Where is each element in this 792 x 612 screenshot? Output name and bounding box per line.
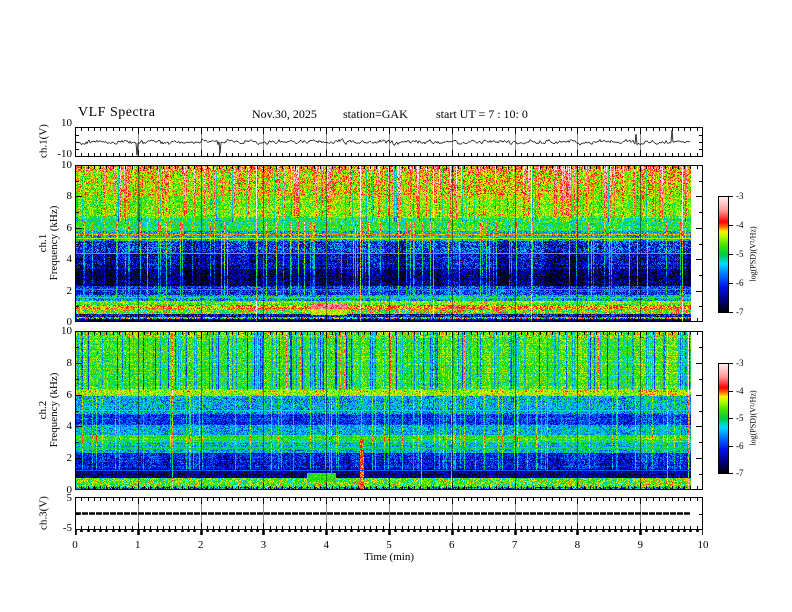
ch1-wave-axis-title: ch.1(V) xyxy=(37,124,50,158)
page-title: VLF Spectra xyxy=(78,105,156,120)
time-tick-label: 9 xyxy=(637,539,643,551)
ch3-waveform-plot xyxy=(75,497,703,537)
colorbar2-tick-label: -3 xyxy=(736,358,744,368)
time-tick-label: 6 xyxy=(449,539,455,551)
time-axis-title: Time (min) xyxy=(363,551,414,563)
ch1-colorbar xyxy=(717,190,735,318)
colorbar1-tick-label: -5 xyxy=(736,249,744,259)
time-tick-label: 5 xyxy=(386,539,392,551)
time-tick-label: 4 xyxy=(323,539,329,551)
ch2-spectrogram xyxy=(75,331,703,490)
spec2-ytick-label: 2 xyxy=(66,452,73,464)
time-tick-label: 8 xyxy=(574,539,581,551)
date-label: Nov.30, 2025 xyxy=(252,107,317,121)
spec1-ytick-label: 4 xyxy=(66,253,73,265)
time-tick-label: 1 xyxy=(135,539,141,551)
time-tick-label: 3 xyxy=(260,539,267,551)
spec1-ytick-label: 8 xyxy=(66,190,73,202)
colorbar2-tick-label: -6 xyxy=(736,441,744,451)
colorbar1-tick-label: -6 xyxy=(736,278,744,288)
start-ut-label: start UT = 7 : 10: 0 xyxy=(436,107,528,121)
spec1-ytick-label: 10 xyxy=(61,159,72,171)
ch3-wave-axis-title: ch.3(V) xyxy=(37,496,50,530)
colorbar2-tick-label: -4 xyxy=(736,386,744,396)
colorbar1-tick-label: -7 xyxy=(736,307,744,317)
spec2-ytick-label: 8 xyxy=(66,357,73,369)
spec2-frequency-label: Frequency (kHz) xyxy=(48,372,60,448)
colorbar2-tick-label: -5 xyxy=(736,413,744,423)
colorbar1-tick-label: -3 xyxy=(736,191,744,201)
time-tick-label: 2 xyxy=(197,539,204,551)
spec1-ytick-label: 2 xyxy=(66,285,73,297)
station-label: station=GAK xyxy=(343,107,408,121)
spec2-ytick-label: 4 xyxy=(66,420,73,432)
colorbar1-tick-label: -4 xyxy=(736,220,744,230)
colorbar2-tick-label: -7 xyxy=(736,468,744,478)
ch1-spectrogram xyxy=(75,165,703,322)
ch1-waveform-plot xyxy=(75,127,703,157)
time-tick-label: 7 xyxy=(511,539,518,551)
spec2-ytick-label: 10 xyxy=(61,325,72,337)
spec2-ytick-label: 0 xyxy=(66,484,73,496)
spec1-frequency-label: Frequency (kHz) xyxy=(48,205,60,281)
spec1-ytick-label: 6 xyxy=(66,222,73,234)
spec2-axis-title: ch.2 Frequency (kHz) xyxy=(37,372,60,448)
ch2-colorbar xyxy=(717,357,735,479)
spec2-ytick-label: 6 xyxy=(66,389,73,401)
time-tick-label: 0 xyxy=(72,539,78,551)
spec1-axis-title: ch.1 Frequency (kHz) xyxy=(37,205,60,281)
time-tick-label: 10 xyxy=(697,539,709,551)
vlf-spectra-screen: VLF Spectra Nov.30, 2025 station=GAK sta… xyxy=(0,0,792,612)
